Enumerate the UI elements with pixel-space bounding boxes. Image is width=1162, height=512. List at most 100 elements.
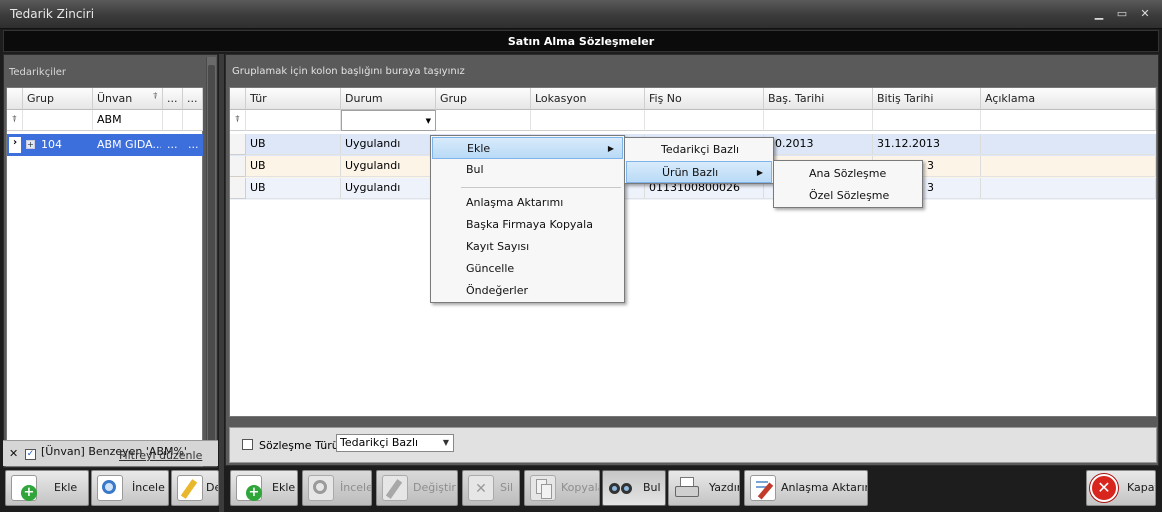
vertical-scrollbar[interactable] — [206, 57, 216, 465]
inspect-contract-button[interactable]: İncele — [302, 470, 372, 506]
col-header-grup[interactable]: Grup — [23, 88, 93, 110]
filter-cell-durum[interactable]: ▼ — [341, 110, 436, 131]
cell-aciklama — [981, 134, 1156, 155]
menu-item-bul[interactable]: Bul — [432, 159, 623, 181]
row-pointer-icon: › — [9, 137, 21, 153]
edit-button-label: Değ — [206, 481, 218, 494]
find-label: Bul — [643, 481, 661, 494]
contract-type-checkbox[interactable] — [242, 439, 253, 450]
urun-submenu: Ana Sözleşme Özel Sözleşme — [773, 160, 923, 208]
inspect-button[interactable]: İncele — [91, 470, 169, 506]
filter-checkbox[interactable]: ✓ — [25, 449, 36, 460]
filter-row-icon: ⍒ — [230, 110, 246, 131]
copy-label: Kopyala — [561, 481, 599, 494]
delete-button[interactable]: ✕ Sil — [462, 470, 520, 506]
agreement-transfer-label: Anlaşma Aktarımı — [781, 481, 867, 494]
menu-item-ekle[interactable]: Ekle ▶ — [432, 137, 623, 159]
filter-cell-bitis[interactable] — [873, 110, 981, 131]
filter-cell-tur[interactable] — [246, 110, 341, 131]
grid-corner — [230, 88, 246, 110]
col-header-3[interactable]: ... — [163, 88, 183, 110]
col-header-aciklama[interactable]: Açıklama — [981, 88, 1156, 110]
col-header-unvan-label: Ünvan — [97, 92, 133, 105]
col-header-4[interactable]: ... — [183, 88, 203, 110]
filter-cell-unvan[interactable]: ABM — [93, 110, 163, 131]
menu-item-guncelle[interactable]: Güncelle — [432, 258, 623, 280]
add-document-icon: + — [236, 475, 262, 501]
suppliers-title: Tedarikçiler — [9, 67, 67, 78]
group-hint: Gruplamak için kolon başlığını buraya ta… — [232, 66, 465, 77]
cell-tur: UB — [246, 156, 341, 177]
col-header-unvan[interactable]: Ünvan ⍒ — [93, 88, 163, 110]
contracts-panel: Gruplamak için kolon başlığını buraya ta… — [225, 54, 1159, 466]
row-indicator — [230, 178, 246, 199]
col-header-bitis-tarihi[interactable]: Bitiş Tarihi — [873, 88, 981, 110]
filter-cell-grup[interactable] — [23, 110, 93, 131]
menu-item-kopyala[interactable]: Başka Firmaya Kopyala — [432, 214, 623, 236]
filter-cell-lokasyon[interactable] — [531, 110, 645, 131]
scrollbar-thumb[interactable] — [208, 65, 215, 457]
menu-item-anlasma-aktarimi[interactable]: Anlaşma Aktarımı — [432, 192, 623, 214]
edit-contract-button[interactable]: Değiştir — [376, 470, 458, 506]
clear-filter-icon[interactable]: ✕ — [9, 447, 18, 460]
edit-contract-label: Değiştir — [413, 481, 456, 494]
filter-cell-fisno[interactable] — [645, 110, 764, 131]
row-c3: ... — [167, 138, 178, 151]
edit-button[interactable]: Değ — [171, 470, 219, 506]
submenu-arrow-icon: ▶ — [756, 168, 763, 177]
binoculars-icon — [608, 475, 634, 501]
col-header-grup[interactable]: Grup — [436, 88, 531, 110]
expand-icon[interactable]: + — [26, 140, 35, 149]
filter-cell-grup[interactable] — [436, 110, 531, 131]
add-button[interactable]: + Ekle — [5, 470, 89, 506]
close-button[interactable]: ✕ Kapat — [1086, 470, 1156, 506]
filter-cell-bas[interactable] — [764, 110, 873, 131]
cell-durum: Uygulandı — [341, 134, 436, 155]
filter-row-icon: ⍒ — [7, 110, 23, 131]
filter-icon[interactable]: ⍒ — [153, 88, 158, 108]
row-unvan: ABM GIDA... — [97, 138, 161, 151]
document-sign-icon — [750, 475, 776, 501]
agreement-transfer-button[interactable]: Anlaşma Aktarımı — [744, 470, 868, 506]
col-header-tur[interactable]: Tür — [246, 88, 341, 110]
add-document-icon: + — [11, 475, 37, 501]
col-header-lokasyon[interactable]: Lokasyon — [531, 88, 645, 110]
inspect-button-label: İncele — [132, 481, 165, 494]
maximize-button[interactable]: ▭ — [1113, 6, 1131, 22]
cell-durum: Uygulandı — [341, 178, 436, 199]
find-button[interactable]: Bul — [602, 470, 666, 506]
col-header-fisno[interactable]: Fiş No — [645, 88, 764, 110]
menu-item-ondegerler[interactable]: Öndeğerler — [432, 280, 623, 302]
right-toolbar: + Ekle İncele Değiştir ✕ Sil Kopyala Bul… — [230, 470, 1160, 506]
col-header-durum[interactable]: Durum — [341, 88, 436, 110]
menu-item-urun-bazli[interactable]: Ürün Bazlı ▶ — [626, 161, 772, 183]
menu-item-kayit-sayisi[interactable]: Kayıt Sayısı — [432, 236, 623, 258]
ekle-submenu: Tedarikçi Bazlı Ürün Bazlı ▶ — [624, 137, 774, 184]
filter-cell-3[interactable] — [163, 110, 183, 131]
close-window-button[interactable]: ✕ — [1136, 6, 1154, 22]
add-contract-button[interactable]: + Ekle — [230, 470, 298, 506]
window-title: Tedarik Zinciri — [10, 7, 95, 21]
menu-item-tedarikci-bazli[interactable]: Tedarikçi Bazlı — [626, 139, 772, 161]
filter-cell-aciklama[interactable] — [981, 110, 1156, 131]
magnifier-icon — [97, 475, 123, 501]
panel-splitter[interactable] — [219, 54, 224, 512]
contract-type-select[interactable]: Tedarikçi Bazlı ▼ — [336, 434, 454, 452]
filter-cell-4[interactable] — [183, 110, 203, 131]
printer-icon — [674, 475, 700, 501]
dropdown-arrow-icon[interactable]: ▼ — [426, 111, 431, 130]
grid-corner — [7, 88, 23, 110]
copy-button[interactable]: Kopyala — [524, 470, 600, 506]
cell-bas: 10.2013 — [764, 134, 873, 155]
print-button[interactable]: Yazdır — [668, 470, 740, 506]
filter-bar: ✕ ✓ [Ünvan] Benzeyen 'ABM%' Filtreyi düz… — [3, 440, 218, 466]
edit-filter-link[interactable]: Filtreyi düzenle — [119, 449, 202, 462]
table-row[interactable]: › + 104 ABM GIDA... ... ... — [7, 134, 203, 156]
col-header-bas-tarihi[interactable]: Baş. Tarihi — [764, 88, 873, 110]
menu-item-ana-sozlesme[interactable]: Ana Sözleşme — [775, 163, 921, 185]
menu-item-ozel-sozlesme[interactable]: Özel Sözleşme — [775, 185, 921, 207]
row-c4: ... — [188, 138, 199, 151]
contract-type-bar: Sözleşme Türü Tedarikçi Bazlı ▼ — [229, 427, 1157, 463]
close-icon: ✕ — [1090, 474, 1118, 502]
minimize-button[interactable]: ▁ — [1090, 6, 1108, 22]
